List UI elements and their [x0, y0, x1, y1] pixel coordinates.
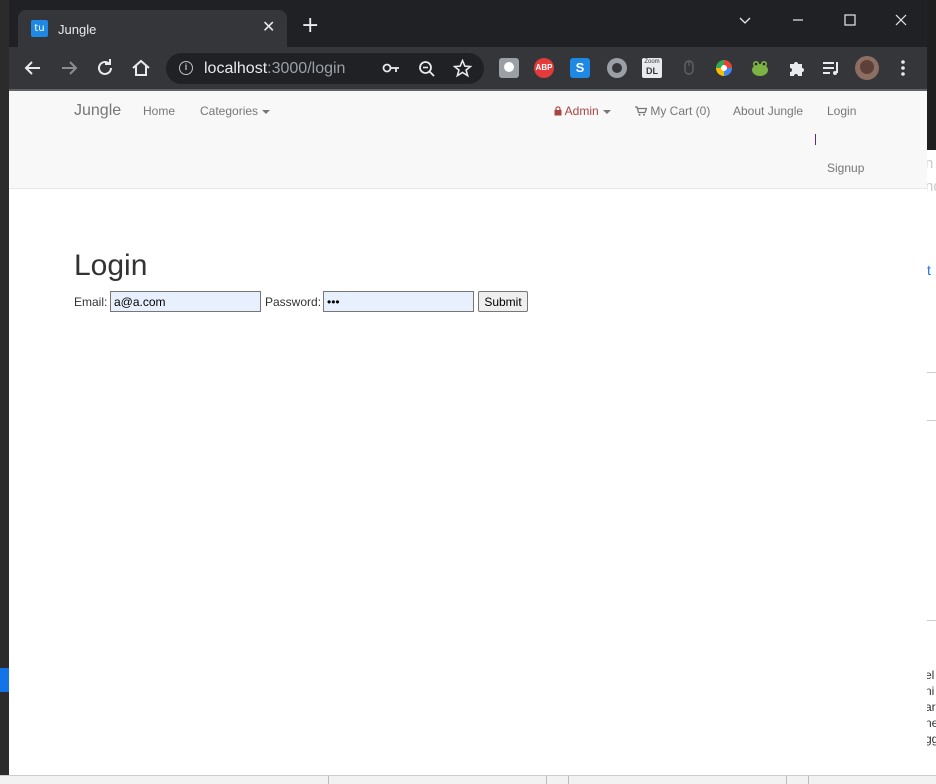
zoom-dl-bottom-label: DL — [646, 66, 658, 76]
submit-button[interactable]: Submit — [478, 291, 528, 312]
divider — [927, 420, 936, 421]
browser-toolbar: i localhost:3000/login ABP S Zoom DL — [9, 47, 927, 89]
zoom-dl-top-label: Zoom — [644, 59, 660, 65]
navbar: Jungle Home Categories Admin My Cart (0)… — [9, 91, 927, 189]
nav-cart[interactable]: My Cart (0) — [635, 104, 710, 118]
background-link: t — [927, 262, 931, 278]
home-icon[interactable] — [129, 56, 153, 80]
password-label: Password: — [265, 295, 322, 309]
divider — [808, 776, 809, 784]
browser-window: tu Jungle ✕ + i localhost:3000/login ABP… — [9, 0, 927, 775]
extension-adblock-icon[interactable]: ABP — [534, 58, 554, 78]
page-viewport: Jungle Home Categories Admin My Cart (0)… — [9, 91, 927, 775]
favicon: tu — [31, 20, 48, 37]
nav-admin-label: Admin — [564, 104, 599, 118]
close-icon[interactable] — [893, 10, 909, 30]
divider — [927, 372, 936, 373]
extension-zoom-dl-icon[interactable]: Zoom DL — [642, 58, 662, 78]
caret-down-icon — [262, 109, 271, 114]
divider — [568, 776, 569, 784]
key-icon[interactable] — [382, 61, 400, 75]
text-cursor — [815, 134, 816, 145]
info-icon[interactable]: i — [179, 61, 193, 75]
maximize-icon[interactable] — [842, 10, 858, 30]
divider — [927, 620, 936, 621]
caret-down-icon — [602, 109, 611, 114]
nav-login[interactable]: Login — [827, 104, 856, 118]
chevron-down-icon[interactable] — [737, 10, 753, 30]
playlist-icon[interactable] — [821, 58, 841, 78]
forward-icon[interactable] — [57, 56, 81, 80]
tab-jungle[interactable]: tu Jungle ✕ — [18, 10, 287, 47]
password-field[interactable] — [323, 291, 474, 312]
extension-frog-icon[interactable] — [750, 58, 770, 78]
extension-mouse-icon[interactable] — [679, 58, 699, 78]
extension-colorwheel-icon[interactable] — [714, 58, 734, 78]
nav-about[interactable]: About Jungle — [733, 104, 803, 118]
reload-icon[interactable] — [93, 56, 117, 80]
lock-icon — [554, 106, 562, 116]
divider — [546, 776, 547, 784]
extension-circle-icon[interactable] — [607, 58, 627, 78]
nav-categories-label: Categories — [200, 104, 259, 118]
address-bar[interactable]: i localhost:3000/login — [166, 53, 484, 84]
brand-link[interactable]: Jungle — [74, 102, 121, 120]
nav-home[interactable]: Home — [143, 104, 175, 118]
background-badge — [0, 668, 9, 692]
puzzle-icon[interactable] — [786, 58, 806, 78]
nav-signup[interactable]: Signup — [827, 161, 864, 175]
nav-categories[interactable]: Categories — [200, 104, 271, 118]
background-window-bottom — [0, 775, 936, 784]
login-form: Email: Password: Submit — [74, 291, 674, 313]
email-field[interactable] — [110, 291, 261, 312]
divider — [328, 776, 329, 784]
nav-cart-label: My Cart (0) — [650, 104, 711, 118]
zoom-out-icon[interactable] — [418, 60, 436, 78]
url-host: localhost — [204, 60, 268, 77]
avatar[interactable] — [855, 56, 879, 80]
tab-title: Jungle — [58, 22, 97, 37]
page-title: Login — [74, 249, 148, 282]
cart-icon — [635, 106, 648, 116]
extension-bulb-icon[interactable] — [499, 58, 519, 78]
extension-s-icon[interactable]: S — [570, 58, 590, 78]
email-label: Email: — [74, 295, 108, 309]
url-text[interactable]: localhost:3000/login — [204, 60, 345, 78]
kebab-menu-icon[interactable] — [893, 58, 913, 78]
nav-admin[interactable]: Admin — [554, 104, 611, 118]
tab-strip: tu Jungle ✕ + — [9, 0, 927, 47]
back-icon[interactable] — [21, 56, 45, 80]
star-icon[interactable] — [453, 59, 472, 78]
new-tab-button[interactable]: + — [301, 15, 319, 37]
url-path: :3000/login — [267, 60, 346, 77]
tab-close-icon[interactable]: ✕ — [262, 18, 275, 38]
minimize-icon[interactable] — [790, 10, 806, 30]
background-window-right: n nd t el ni ar ne gg — [925, 0, 936, 784]
divider — [786, 776, 787, 784]
